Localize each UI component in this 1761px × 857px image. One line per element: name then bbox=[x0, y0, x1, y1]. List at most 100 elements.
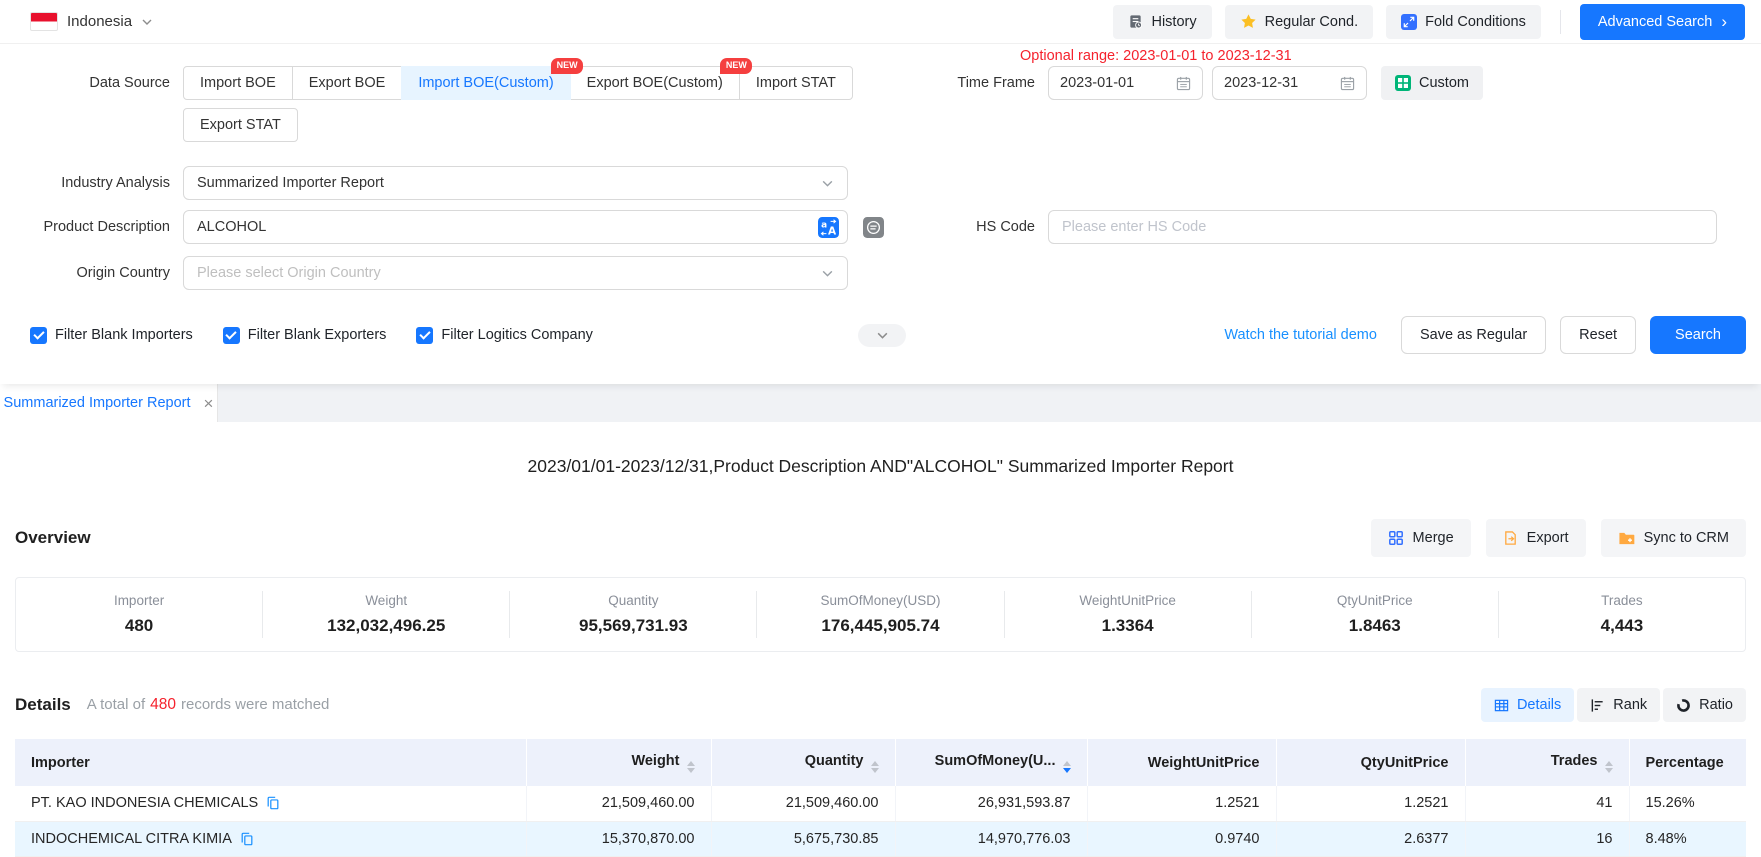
new-badge: NEW bbox=[720, 58, 752, 74]
origin-country-label: Origin Country bbox=[0, 256, 170, 290]
filter-blank-importers-checkbox[interactable] bbox=[30, 327, 47, 344]
sort-icon[interactable] bbox=[871, 761, 879, 773]
history-button[interactable]: History bbox=[1113, 5, 1211, 39]
tab-import-boe-custom[interactable]: Import BOE(Custom)NEW bbox=[401, 66, 570, 100]
result-tab-title: Summarized Importer Report bbox=[4, 395, 191, 411]
column-label: Trades bbox=[1551, 753, 1598, 769]
result-tab-summarized-importer-report[interactable]: Summarized Importer Report × bbox=[0, 384, 218, 422]
stat-value: 132,032,496.25 bbox=[263, 616, 509, 636]
translate-icon[interactable]: aA bbox=[818, 217, 839, 238]
time-frame-label: Time Frame bbox=[865, 66, 1035, 100]
optional-range-hint: Optional range: 2023-01-01 to 2023-12-31 bbox=[1020, 48, 1292, 64]
copy-icon[interactable] bbox=[240, 832, 254, 846]
fold-conditions-icon bbox=[1401, 14, 1417, 30]
overview-header: Overview Merge Export Sync to CRM bbox=[0, 519, 1761, 557]
chevron-down-icon bbox=[876, 329, 889, 342]
sort-icon[interactable] bbox=[1605, 761, 1613, 773]
view-ratio-button[interactable]: Ratio bbox=[1663, 688, 1746, 722]
table-row: INDOCHEMICAL CITRA KIMIA 15,370,870.00 5… bbox=[15, 821, 1746, 856]
country-selector[interactable]: Indonesia bbox=[30, 12, 153, 31]
time-frame-row: Time Frame 2023-01-01 2023-12-31 Custom bbox=[865, 66, 1483, 100]
importer-link[interactable]: PT. KAO INDONESIA CHEMICALS bbox=[31, 795, 258, 811]
filter-blank-exporters-checkbox[interactable] bbox=[223, 327, 240, 344]
match-text: A total of480records were matched bbox=[87, 696, 330, 714]
close-icon[interactable]: × bbox=[204, 395, 214, 412]
tab-export-stat[interactable]: Export STAT bbox=[183, 108, 298, 142]
search-button[interactable]: Search bbox=[1650, 316, 1746, 354]
reset-button[interactable]: Reset bbox=[1560, 316, 1636, 354]
topbar-actions: History Regular Cond. Fold Conditions Ad… bbox=[1113, 4, 1745, 40]
cell-qty-unit-price: 1.2521 bbox=[1276, 786, 1465, 821]
sort-icon[interactable] bbox=[687, 761, 695, 773]
sort-icon-active-desc[interactable] bbox=[1063, 761, 1071, 773]
regular-cond-button[interactable]: Regular Cond. bbox=[1225, 5, 1374, 39]
cell-weight-unit-price: 1.2521 bbox=[1087, 786, 1276, 821]
fold-conditions-button[interactable]: Fold Conditions bbox=[1386, 5, 1541, 39]
merge-label: Merge bbox=[1413, 530, 1454, 546]
tab-export-boe-custom[interactable]: Export BOE(Custom)NEW bbox=[570, 66, 740, 100]
stat-trades: Trades 4,443 bbox=[1498, 591, 1745, 638]
save-as-regular-button[interactable]: Save as Regular bbox=[1401, 316, 1546, 354]
origin-country-select[interactable]: Please select Origin Country bbox=[183, 256, 848, 290]
tutorial-link[interactable]: Watch the tutorial demo bbox=[1224, 327, 1377, 343]
custom-range-button[interactable]: Custom bbox=[1381, 66, 1483, 100]
stat-weight: Weight 132,032,496.25 bbox=[262, 591, 509, 638]
svg-text:A: A bbox=[828, 225, 837, 237]
date-to-field[interactable]: 2023-12-31 bbox=[1212, 66, 1367, 100]
column-header-importer: Importer bbox=[15, 739, 526, 786]
custom-icon bbox=[1395, 75, 1411, 91]
expand-conditions-button[interactable] bbox=[858, 324, 906, 347]
industry-analysis-select[interactable]: Summarized Importer Report bbox=[183, 166, 848, 200]
tab-export-boe[interactable]: Export BOE bbox=[292, 66, 403, 100]
view-details-label: Details bbox=[1517, 697, 1561, 713]
cell-quantity: 21,509,460.00 bbox=[711, 786, 895, 821]
advanced-search-label: Advanced Search bbox=[1598, 14, 1712, 30]
column-header-percentage: Percentage bbox=[1629, 739, 1746, 786]
column-header-quantity[interactable]: Quantity bbox=[711, 739, 895, 786]
stat-sum-of-money: SumOfMoney(USD) 176,445,905.74 bbox=[756, 591, 1003, 638]
cell-weight-unit-price: 0.9740 bbox=[1087, 821, 1276, 856]
sync-crm-icon bbox=[1618, 531, 1635, 546]
copy-icon[interactable] bbox=[266, 796, 280, 810]
cell-trades: 41 bbox=[1465, 786, 1629, 821]
tab-label: Export BOE(Custom) bbox=[587, 75, 723, 91]
column-header-sum-of-money[interactable]: SumOfMoney(U... bbox=[895, 739, 1087, 786]
fold-conditions-label: Fold Conditions bbox=[1425, 14, 1526, 30]
history-icon bbox=[1128, 14, 1143, 29]
advanced-search-button[interactable]: Advanced Search › bbox=[1580, 4, 1745, 40]
overview-heading: Overview bbox=[15, 528, 91, 548]
date-from-field[interactable]: 2023-01-01 bbox=[1048, 66, 1203, 100]
export-button[interactable]: Export bbox=[1486, 519, 1586, 557]
data-source-tabs: Import BOE Export BOE Import BOE(Custom)… bbox=[183, 66, 853, 100]
importer-link[interactable]: INDOCHEMICAL CITRA KIMIA bbox=[31, 831, 232, 847]
result-tabbar: Summarized Importer Report × bbox=[0, 384, 1761, 422]
tab-import-stat[interactable]: Import STAT bbox=[739, 66, 853, 100]
product-description-input[interactable] bbox=[183, 210, 848, 244]
sync-to-crm-button[interactable]: Sync to CRM bbox=[1601, 519, 1746, 557]
tab-import-boe[interactable]: Import BOE bbox=[183, 66, 293, 100]
merge-button[interactable]: Merge bbox=[1371, 519, 1471, 557]
cell-quantity: 5,675,730.85 bbox=[711, 821, 895, 856]
match-count: 480 bbox=[145, 696, 181, 713]
filter-logitics-company-checkbox[interactable] bbox=[416, 327, 433, 344]
industry-analysis-value: Summarized Importer Report bbox=[197, 175, 384, 191]
column-label: SumOfMoney(U... bbox=[935, 753, 1056, 769]
custom-label: Custom bbox=[1419, 75, 1469, 91]
table-header-row: Importer Weight Quantity SumOfMoney(U...… bbox=[15, 739, 1746, 786]
column-header-trades[interactable]: Trades bbox=[1465, 739, 1629, 786]
stat-label: Weight bbox=[263, 593, 509, 608]
star-icon bbox=[1240, 13, 1257, 30]
hs-code-input[interactable] bbox=[1048, 210, 1717, 244]
stat-importer: Importer 480 bbox=[16, 591, 262, 638]
checkbox-label: Filter Blank Exporters bbox=[248, 327, 387, 343]
checkbox-label: Filter Blank Importers bbox=[55, 327, 193, 343]
column-header-weight[interactable]: Weight bbox=[526, 739, 711, 786]
new-badge: NEW bbox=[551, 58, 583, 74]
chevron-right-icon: › bbox=[1721, 13, 1727, 30]
tab-label: Import BOE bbox=[200, 75, 276, 91]
view-rank-button[interactable]: Rank bbox=[1577, 688, 1660, 722]
match-suffix: records were matched bbox=[181, 696, 329, 713]
view-details-button[interactable]: Details bbox=[1481, 688, 1574, 722]
time-frame-fields: 2023-01-01 2023-12-31 Custom bbox=[1048, 66, 1483, 100]
stat-quantity: Quantity 95,569,731.93 bbox=[509, 591, 756, 638]
